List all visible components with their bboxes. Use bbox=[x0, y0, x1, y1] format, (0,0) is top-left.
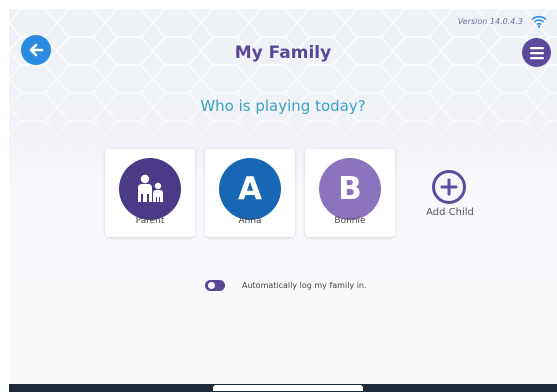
auto-login-toggle[interactable] bbox=[205, 280, 225, 291]
wifi-icon bbox=[531, 15, 547, 28]
toggle-knob bbox=[208, 282, 215, 289]
app-version-text: Version 14.0.4.3 bbox=[457, 17, 523, 26]
page-title: My Family bbox=[234, 43, 332, 63]
app-screen: Version 14.0.4.3 My Family Who is playin… bbox=[9, 9, 557, 392]
profile-name-parent: Parent bbox=[135, 216, 165, 226]
profile-name-bonnie: Bonnie bbox=[334, 216, 366, 226]
bottom-bar bbox=[9, 384, 557, 392]
add-child-label: Add Child bbox=[426, 207, 474, 218]
bottom-tab-indicator bbox=[213, 385, 363, 391]
parent-child-icon bbox=[138, 174, 163, 202]
profile-card-bonnie[interactable]: B Bonnie bbox=[305, 149, 395, 237]
who-is-playing-prompt: Who is playing today? bbox=[200, 97, 366, 115]
hexagon-pattern-background bbox=[9, 9, 557, 159]
profile-name-anna: Anna bbox=[238, 216, 262, 226]
menu-button[interactable] bbox=[522, 38, 551, 67]
auto-login-label: Automatically log my family in. bbox=[242, 281, 367, 290]
avatar-bonnie: B bbox=[319, 158, 381, 220]
profile-card-anna[interactable]: A Anna bbox=[205, 149, 295, 237]
plus-circle-icon bbox=[432, 170, 466, 204]
hamburger-menu-icon bbox=[529, 46, 544, 59]
avatar-parent bbox=[119, 158, 181, 220]
avatar-anna: A bbox=[219, 158, 281, 220]
profile-card-parent[interactable]: Parent bbox=[105, 149, 195, 237]
add-child-button[interactable]: Add Child bbox=[410, 167, 490, 227]
